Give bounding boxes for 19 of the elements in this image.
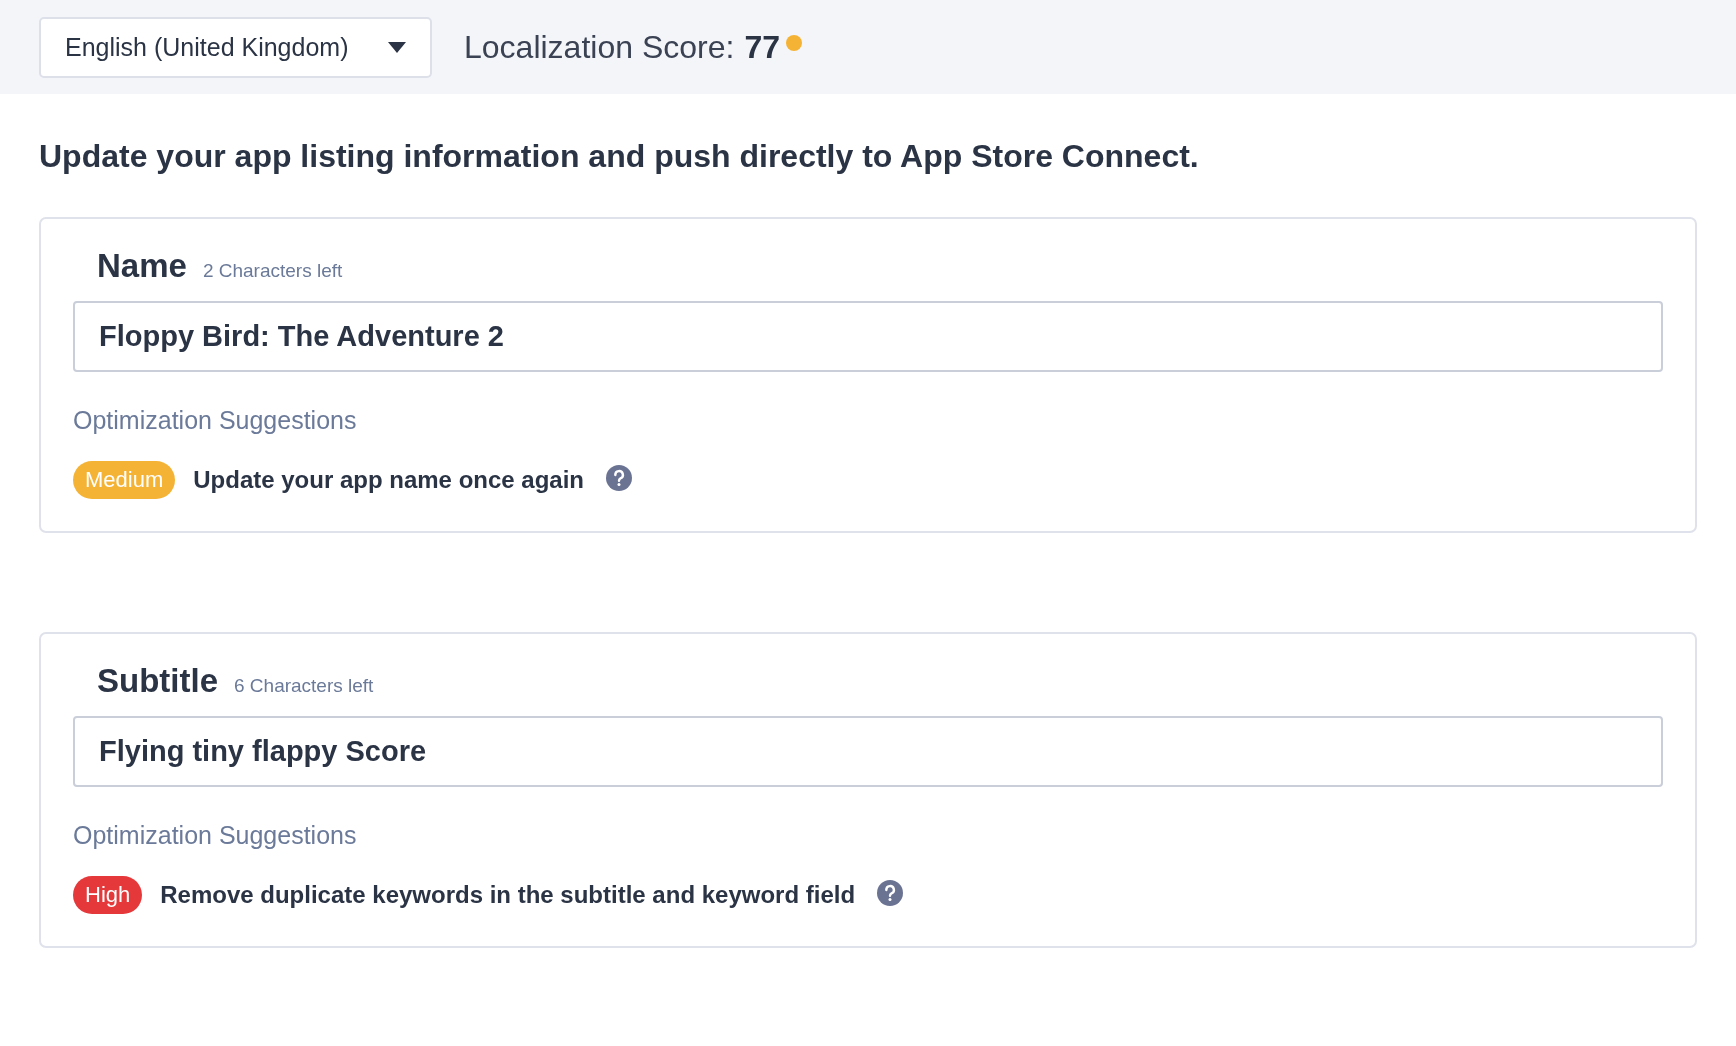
caret-icon — [388, 41, 406, 53]
characters-left: 6 Characters left — [234, 675, 374, 697]
priority-badge: High — [73, 876, 143, 914]
suggestions-title: Optimization Suggestions — [73, 406, 358, 435]
priority-badge: Medium — [73, 461, 176, 499]
field-label: Subtitle — [97, 662, 218, 700]
page-heading: Update your app listing information and push directly to App Store Connect. — [39, 138, 1200, 175]
suggestions-title: Optimization Suggestions — [73, 821, 358, 850]
suggestion-text: Update your app name once again — [193, 466, 584, 494]
text-field[interactable]: Flying tiny flappy Score — [73, 716, 1663, 787]
score-label: Localization Score: — [464, 28, 735, 66]
suggestion-text: Remove duplicate keywords in the subtitle and keyword field — [160, 881, 856, 909]
language-dropdown[interactable]: English (United Kingdom) — [39, 16, 432, 78]
text-field[interactable]: Floppy Bird: The Adventure 2 — [73, 301, 1663, 372]
field-label: Name — [97, 247, 187, 285]
score-value: 77 — [744, 28, 780, 66]
help-icon[interactable] — [877, 880, 904, 906]
characters-left: 2 Characters left — [202, 260, 343, 282]
help-icon[interactable] — [606, 465, 632, 491]
